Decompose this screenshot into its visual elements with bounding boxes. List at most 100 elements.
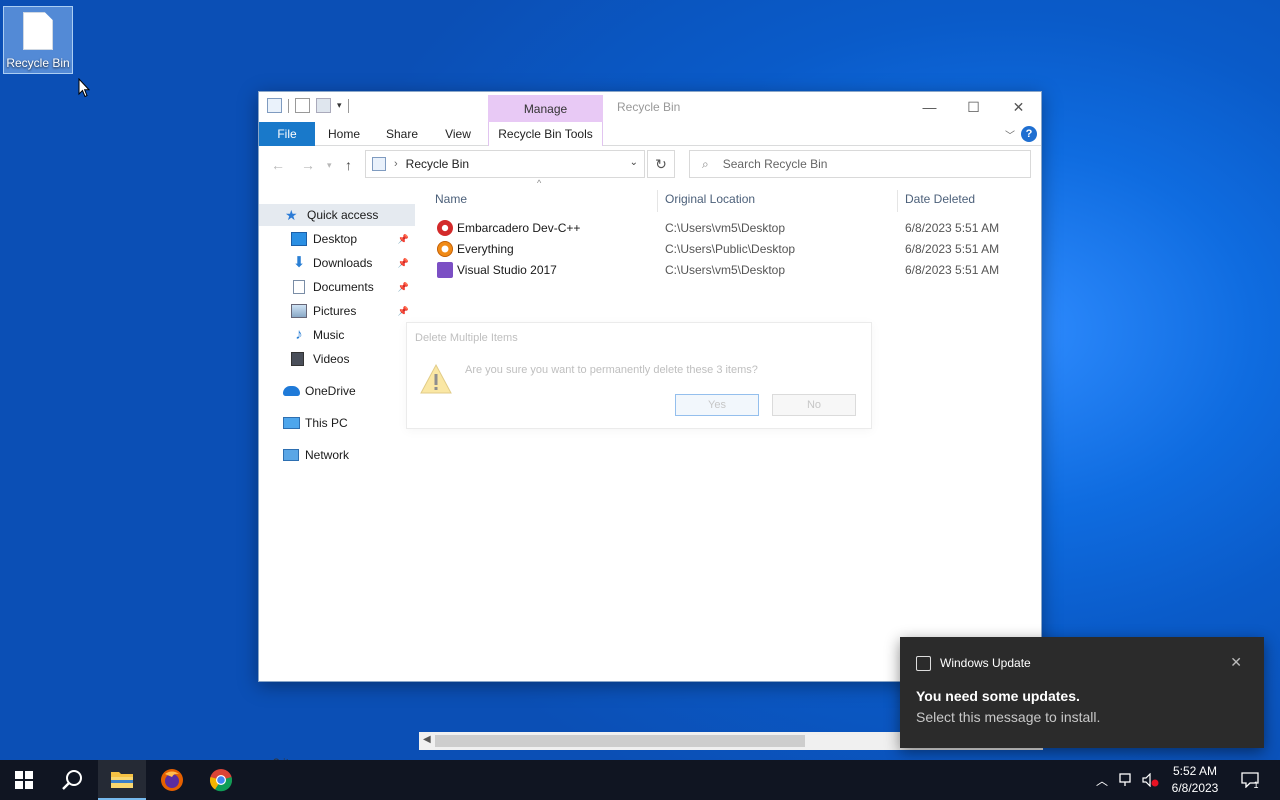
close-button[interactable]: ✕	[996, 92, 1041, 122]
network-status-icon[interactable]	[1116, 760, 1138, 800]
table-row[interactable]: Visual Studio 2017 C:\Users\vm5\Desktop …	[417, 259, 1027, 280]
nav-item-videos[interactable]: Videos	[259, 348, 415, 370]
title-bar: ▾ Manage Recycle Bin — ☐ ✕	[259, 92, 1041, 123]
back-arrow-icon[interactable]: ←	[271, 157, 285, 173]
maximize-button[interactable]: ☐	[951, 92, 996, 122]
scrollbar-thumb[interactable]	[435, 735, 805, 747]
address-dropdown-icon[interactable]: ⌄	[630, 157, 638, 168]
nav-item-desktop[interactable]: Desktop 📌	[259, 228, 415, 250]
nav-item-documents[interactable]: Documents 📌	[259, 276, 415, 298]
column-header-date-deleted[interactable]: Date Deleted	[905, 184, 975, 214]
expand-ribbon-chevron-icon[interactable]: ﹀	[1005, 127, 1015, 142]
table-row[interactable]: Everything C:\Users\Public\Desktop 6/8/2…	[417, 238, 1027, 259]
desktop-icon	[291, 232, 307, 246]
delete-confirm-dialog: Delete Multiple Items Are you sure you w…	[406, 322, 872, 429]
clock-date: 6/8/2023	[1171, 781, 1219, 795]
onedrive-cloud-icon	[283, 386, 300, 396]
devcpp-icon	[437, 219, 453, 236]
pictures-icon	[291, 304, 307, 318]
refresh-button[interactable]: ↻	[647, 150, 675, 178]
chrome-taskbar-button[interactable]	[197, 760, 245, 800]
tab-recycle-bin-tools[interactable]: Recycle Bin Tools	[488, 122, 603, 146]
mouse-cursor-icon	[78, 78, 90, 98]
recent-locations-chevron-icon[interactable]: ▾	[327, 160, 332, 171]
explorer-body: ★ Quick access Desktop 📌 ⬇ Downloads 📌 D…	[259, 178, 1043, 770]
yes-button[interactable]: Yes	[675, 394, 759, 416]
breadcrumb[interactable]: Recycle Bin	[406, 157, 469, 171]
address-row: ← → ▾ ↑ › Recycle Bin ⌄ ↻ ⌕ Search Recyc…	[259, 146, 1041, 184]
folder-icon	[111, 772, 133, 788]
dialog-title: Delete Multiple Items	[415, 332, 518, 344]
recycle-bin-small-icon	[267, 98, 282, 113]
everything-search-icon	[437, 240, 453, 257]
address-bar[interactable]: › Recycle Bin ⌄	[365, 150, 645, 178]
taskbar-clock[interactable]: 5:52 AM 6/8/2023	[1160, 763, 1230, 797]
file-explorer-taskbar-button[interactable]	[98, 760, 146, 800]
nav-item-onedrive[interactable]: OneDrive	[259, 380, 415, 402]
pin-icon: 📌	[397, 281, 409, 292]
download-arrow-icon: ⬇	[292, 254, 306, 271]
computer-icon	[283, 417, 300, 429]
pin-icon: 📌	[397, 305, 409, 316]
volume-muted-icon[interactable]	[1140, 760, 1162, 800]
taskbar: ︿ 5:52 AM 6/8/2023 1	[0, 760, 1280, 800]
tab-file[interactable]: File	[259, 122, 315, 146]
forward-arrow-icon[interactable]: →	[301, 157, 315, 173]
toast-body: Select this message to install.	[916, 709, 1101, 725]
search-input[interactable]: ⌕ Search Recycle Bin	[689, 150, 1031, 178]
scroll-left-icon[interactable]: ◀	[423, 734, 431, 745]
start-button[interactable]	[0, 760, 48, 800]
tab-share[interactable]: Share	[377, 122, 427, 146]
search-icon: ⌕	[702, 156, 709, 171]
search-button[interactable]	[48, 760, 96, 800]
properties-icon[interactable]	[295, 98, 310, 113]
windows-logo-icon	[15, 771, 33, 789]
window-title: Recycle Bin	[617, 100, 681, 114]
pin-icon: 📌	[397, 233, 409, 244]
notification-count: 1	[1253, 780, 1259, 790]
toast-heading: You need some updates.	[916, 688, 1080, 704]
search-magnifier-icon	[62, 770, 82, 790]
new-folder-icon[interactable]	[316, 98, 331, 113]
star-icon: ★	[285, 207, 298, 223]
no-button[interactable]: No	[772, 394, 856, 416]
desktop-icon-recycle-bin[interactable]: Recycle Bin	[3, 6, 73, 74]
navigation-pane: ★ Quick access Desktop 📌 ⬇ Downloads 📌 D…	[259, 184, 417, 654]
music-note-icon: ♪	[295, 326, 303, 343]
tab-view[interactable]: View	[433, 122, 483, 146]
customize-toolbar-chevron-icon[interactable]: ▾	[337, 100, 342, 111]
windows-update-toast[interactable]: Windows Update ✕ You need some updates. …	[900, 637, 1264, 748]
nav-item-quick-access[interactable]: ★ Quick access	[259, 204, 415, 226]
show-hidden-icons-chevron[interactable]: ︿	[1092, 760, 1112, 800]
firefox-taskbar-button[interactable]	[148, 760, 196, 800]
quick-access-toolbar: ▾	[267, 98, 349, 113]
toast-close-icon[interactable]: ✕	[1230, 654, 1242, 671]
nav-item-this-pc[interactable]: This PC	[259, 412, 415, 434]
action-center-button[interactable]: 1	[1234, 760, 1266, 800]
network-icon	[283, 449, 299, 461]
nav-item-pictures[interactable]: Pictures 📌	[259, 300, 415, 322]
recycle-bin-icon	[23, 12, 53, 50]
breadcrumb-chevron-icon[interactable]: ›	[394, 158, 398, 170]
manage-contextual-tab[interactable]: Manage	[488, 95, 603, 123]
toast-app-name: Windows Update	[940, 656, 1031, 670]
table-row[interactable]: Embarcadero Dev-C++ C:\Users\vm5\Desktop…	[417, 217, 1027, 238]
nav-item-downloads[interactable]: ⬇ Downloads 📌	[259, 252, 415, 274]
visual-studio-icon	[437, 261, 453, 278]
warning-icon	[420, 363, 452, 394]
ribbon-tabs: File Home Share View Recycle Bin Tools ﹀…	[259, 122, 1041, 146]
nav-item-music[interactable]: ♪ Music	[259, 324, 415, 346]
column-header-original-location[interactable]: Original Location	[665, 184, 755, 214]
pin-icon: 📌	[397, 257, 409, 268]
windows-update-icon	[916, 656, 931, 671]
chrome-icon	[209, 769, 233, 792]
clock-time: 5:52 AM	[1172, 764, 1218, 778]
help-icon[interactable]: ?	[1021, 126, 1037, 142]
column-header-name[interactable]: Name	[435, 184, 467, 214]
tab-home[interactable]: Home	[319, 122, 369, 146]
documents-icon	[293, 280, 305, 294]
minimize-button[interactable]: —	[907, 92, 952, 122]
firefox-icon	[161, 769, 183, 791]
up-arrow-icon[interactable]: ↑	[345, 157, 352, 173]
nav-item-network[interactable]: Network	[259, 444, 415, 466]
